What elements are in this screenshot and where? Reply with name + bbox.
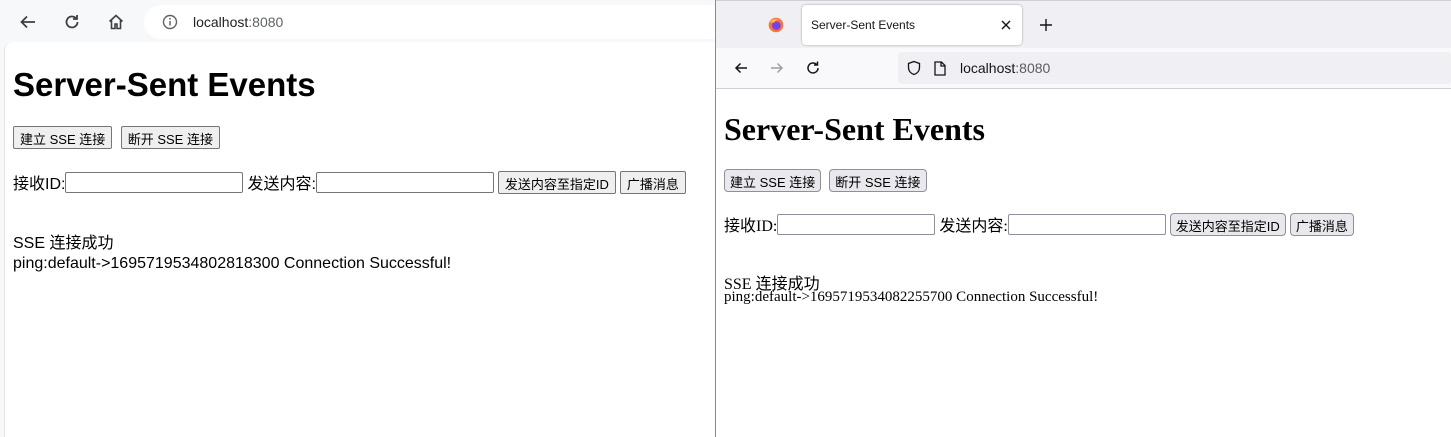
- forward-button[interactable]: [762, 53, 792, 83]
- content-input[interactable]: [1007, 213, 1166, 235]
- disconnect-sse-button[interactable]: 断开 SSE 连接: [120, 126, 220, 149]
- url-port: :8080: [248, 14, 284, 30]
- connection-controls: 建立 SSE 连接 断开 SSE 连接: [13, 126, 224, 149]
- disconnect-sse-button[interactable]: 断开 SSE 连接: [829, 169, 927, 192]
- page-title: Server-Sent Events: [724, 111, 985, 147]
- content-label: 发送内容:: [247, 176, 316, 193]
- status-text: SSE 连接成功: [13, 235, 114, 252]
- connect-sse-button[interactable]: 建立 SSE 连接: [724, 169, 822, 192]
- back-button[interactable]: [13, 7, 43, 37]
- content-input[interactable]: [315, 171, 494, 193]
- message-text: ping:default->1695719534802818300 Connec…: [13, 255, 452, 272]
- url-host: localhost: [960, 60, 1016, 76]
- address-url[interactable]: localhost:8080: [960, 60, 1050, 76]
- receiver-id-input[interactable]: [777, 213, 936, 235]
- reload-button[interactable]: [57, 7, 87, 37]
- address-bar[interactable]: localhost:8080: [144, 5, 716, 39]
- connect-sse-button[interactable]: 建立 SSE 连接: [13, 126, 113, 149]
- info-icon[interactable]: [162, 14, 178, 30]
- plus-icon[interactable]: [1036, 15, 1056, 35]
- send-to-id-button[interactable]: 发送内容至指定ID: [497, 170, 616, 194]
- content-label: 发送内容:: [939, 218, 1008, 235]
- chrome-window: localhost:8080 Server-Sent Events 建立 SSE…: [0, 0, 716, 437]
- firefox-logo-icon[interactable]: [768, 17, 784, 33]
- navigation-toolbar: localhost:8080: [716, 48, 1451, 89]
- reload-icon: [65, 15, 79, 29]
- home-icon: [108, 14, 124, 30]
- broadcast-button[interactable]: 广播消息: [1289, 212, 1354, 236]
- message-output: SSE 连接成功 ping:default->16957195348028183…: [13, 234, 451, 274]
- page-icon: [934, 60, 948, 76]
- close-icon[interactable]: [998, 17, 1014, 33]
- reload-button[interactable]: [798, 53, 828, 83]
- address-url[interactable]: localhost:8080: [193, 14, 283, 30]
- message-text: ping:default->1695719534082255700 Connec…: [724, 289, 1099, 305]
- page-title: Server-Sent Events: [13, 66, 316, 103]
- forward-arrow-icon: [771, 62, 784, 74]
- connection-controls: 建立 SSE 连接 断开 SSE 连接: [724, 169, 931, 192]
- tab-strip: Server-Sent Events: [716, 0, 1451, 49]
- receiver-id-label: 接收ID:: [13, 176, 66, 193]
- send-form: 接收ID: 发送内容: 发送内容至指定ID 广播消息: [724, 212, 1358, 236]
- shield-icon[interactable]: [906, 60, 922, 76]
- send-to-id-button[interactable]: 发送内容至指定ID: [1169, 212, 1286, 236]
- tab-server-sent-events[interactable]: Server-Sent Events: [802, 5, 1022, 45]
- page-viewport: Server-Sent Events 建立 SSE 连接 断开 SSE 连接 接…: [716, 89, 1451, 437]
- tab-title: Server-Sent Events: [811, 18, 916, 32]
- address-bar[interactable]: localhost:8080: [898, 52, 1451, 84]
- receiver-id-input[interactable]: [65, 171, 244, 193]
- back-arrow-icon: [734, 62, 747, 74]
- home-button[interactable]: [101, 7, 131, 37]
- receiver-id-label: 接收ID:: [724, 218, 778, 235]
- firefox-window: Server-Sent Events localhost:8080 Server…: [716, 0, 1451, 437]
- send-form: 接收ID: 发送内容: 发送内容至指定ID 广播消息: [13, 170, 690, 194]
- back-arrow-icon: [20, 15, 35, 29]
- page-viewport: Server-Sent Events 建立 SSE 连接 断开 SSE 连接 接…: [4, 42, 716, 437]
- reload-icon: [807, 61, 819, 74]
- broadcast-button[interactable]: 广播消息: [619, 170, 686, 194]
- browser-toolbar: localhost:8080: [0, 0, 716, 42]
- back-button[interactable]: [726, 53, 756, 83]
- url-host: localhost: [193, 14, 249, 30]
- url-port: :8080: [1015, 60, 1051, 76]
